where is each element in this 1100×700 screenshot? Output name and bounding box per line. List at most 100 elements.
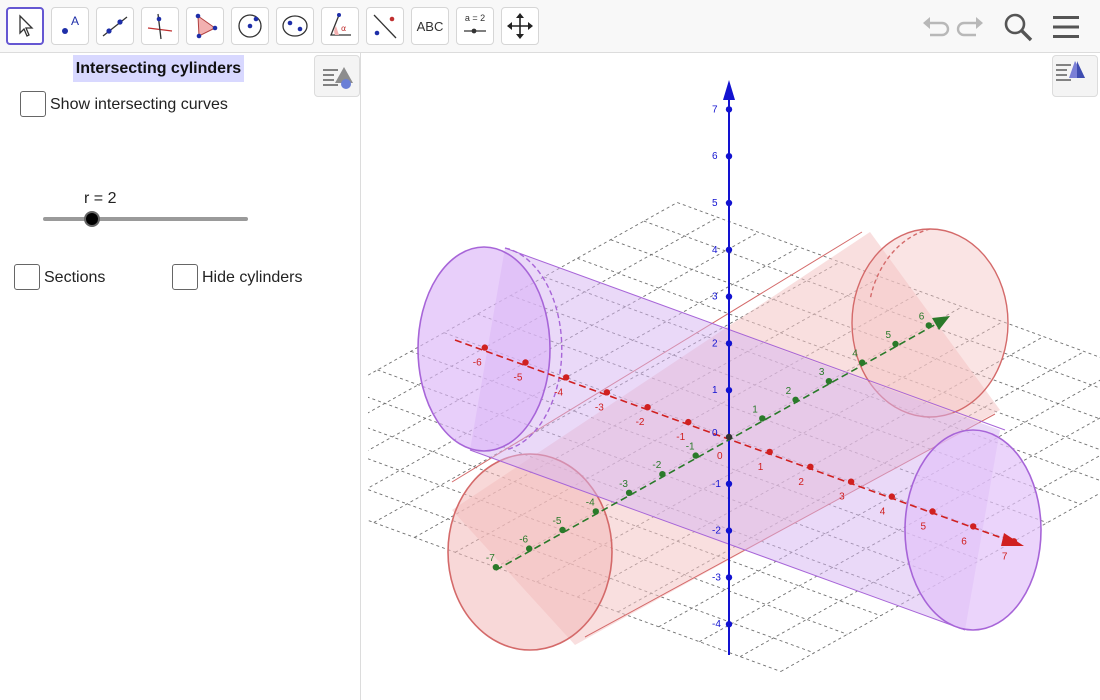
show-intersecting-curves-checkbox[interactable]: [20, 91, 46, 117]
y-axis-tick: [692, 452, 699, 459]
y-axis-tick: [492, 564, 500, 571]
z-axis-tick: [725, 480, 733, 487]
text-tool-label: ABC: [416, 18, 444, 34]
radius-slider-track[interactable]: [43, 217, 248, 221]
z-axis-tick: [725, 621, 733, 628]
angle-tool-button[interactable]: α: [321, 7, 359, 45]
search-icon[interactable]: [1001, 10, 1035, 44]
z-axis-tick-label: 2: [712, 338, 718, 349]
slider-tool-button[interactable]: a = 2: [456, 7, 494, 45]
line-icon: [102, 16, 128, 37]
algebra-panel: Intersecting cylinders Show intersecting…: [0, 53, 361, 700]
y-axis-tick: [559, 526, 566, 534]
z-axis-tick: [725, 199, 733, 207]
z-axis-tick: [725, 153, 733, 160]
x-axis-tick-label: -3: [595, 402, 604, 413]
x-axis-tick: [929, 508, 936, 515]
y-axis-tick: [825, 378, 833, 385]
x-axis-tick: [522, 359, 529, 366]
style-bar-icon: [323, 67, 353, 89]
y-axis-tick-label: 2: [786, 386, 792, 397]
polygon-tool-button[interactable]: [186, 7, 224, 45]
y-axis-tick-label: -4: [586, 497, 595, 508]
z-axis-tick: [725, 106, 733, 113]
svg-text:A: A: [71, 14, 79, 28]
point-tool-button[interactable]: A: [51, 7, 89, 45]
panel-title: Intersecting cylinders: [73, 55, 244, 82]
circle-icon: [238, 14, 262, 38]
z-axis-arrow: [723, 80, 735, 100]
x-axis-tick: [644, 404, 651, 411]
x-axis-tick: [888, 493, 895, 500]
circle-tool-button[interactable]: [231, 7, 269, 45]
z-axis-tick: [725, 387, 733, 394]
line-tool-button[interactable]: [96, 7, 134, 45]
geogebra-app: A α ABC a = 2 Intersecting cylinders Sho…: [0, 0, 1100, 700]
undo-icon[interactable]: [918, 10, 952, 44]
conic-tool-button[interactable]: [276, 7, 314, 45]
y-axis-tick-label: -1: [686, 442, 695, 453]
x-axis-tick: [766, 448, 773, 456]
polygon-icon: [195, 13, 218, 39]
radius-slider-knob[interactable]: [84, 211, 101, 227]
x-axis-tick-label: 0: [717, 451, 723, 462]
y-axis-tick-label: 1: [752, 404, 758, 415]
toolbar: A α ABC a = 2: [0, 0, 1100, 53]
x-axis-tick-label: 1: [758, 462, 764, 473]
y-axis-tick-label: -5: [553, 516, 562, 527]
z-axis-tick-label: 5: [712, 198, 718, 209]
text-tool-button[interactable]: ABC: [411, 7, 449, 45]
x-axis-tick-label: 5: [921, 522, 927, 533]
z-axis-tick-label: -4: [712, 619, 721, 630]
style-bar-toggle[interactable]: [314, 55, 360, 97]
z-axis-tick: [725, 574, 733, 581]
y-axis-tick: [659, 471, 666, 478]
z-axis-tick-label: 4: [712, 245, 718, 256]
graphics-style-bar-toggle[interactable]: [1052, 55, 1098, 97]
x-axis-tick-label: 4: [880, 507, 886, 518]
slider-tool-label: a = 2: [464, 13, 486, 23]
x-axis-tick: [807, 463, 814, 470]
z-axis-tick-label: 7: [712, 104, 718, 115]
y-axis-tick-label: -2: [652, 460, 661, 471]
y-axis-tick: [759, 415, 766, 422]
x-axis-tick-label: -5: [514, 373, 523, 384]
origin-point: [725, 433, 733, 441]
z-axis-tick-label: -2: [712, 526, 721, 537]
y-axis-tick-label: 3: [819, 367, 825, 378]
perpendicular-line-tool-button[interactable]: [141, 7, 179, 45]
x-axis-tick-label: 6: [961, 536, 967, 547]
move-view-tool-button[interactable]: [501, 7, 539, 45]
y-axis-tick-label: 5: [886, 330, 892, 341]
menu-icon[interactable]: [1049, 10, 1083, 44]
move-tool-button[interactable]: [6, 7, 44, 45]
hide-cylinders-checkbox[interactable]: [172, 264, 198, 290]
x-axis-tick: [481, 344, 488, 351]
y-axis-tick: [592, 508, 599, 515]
cursor-icon: [19, 14, 34, 37]
x-axis-tick: [603, 389, 611, 396]
x-axis-tick-label: 7: [1002, 551, 1008, 562]
x-axis-tick-label: -6: [473, 358, 482, 369]
y-axis-tick: [526, 545, 533, 552]
sections-checkbox[interactable]: [14, 264, 40, 290]
x-axis-tick: [847, 478, 855, 485]
y-axis-tick-label: -7: [486, 553, 495, 564]
z-axis-tick-label: 1: [712, 385, 718, 396]
x-axis-tick-label: 3: [839, 492, 845, 503]
slider-label: r = 2: [84, 190, 117, 207]
x-axis-tick: [970, 523, 977, 530]
y-axis-tick-label: -3: [619, 479, 628, 490]
z-axis-tick-label: 3: [712, 292, 718, 303]
reflect-tool-button[interactable]: [366, 7, 404, 45]
z-axis-tick: [725, 293, 733, 300]
redo-icon[interactable]: [954, 10, 988, 44]
graphics-3d-view[interactable]: 7 6 5 4 3 2 1 -1 -2 -3 -4 -6 -5 -4 -3 -2 -1 0 1 2 3 4 5 6 7 -7 -6 -…: [368, 53, 1100, 700]
style-bar-icon: [1056, 61, 1085, 81]
x-axis-tick-label: -4: [554, 387, 563, 398]
x-axis-tick: [685, 418, 692, 426]
svg-text:α: α: [341, 24, 346, 33]
x-axis-tick: [563, 374, 570, 381]
z-axis-tick-label: 0: [712, 428, 718, 439]
y-axis-tick: [859, 359, 866, 366]
